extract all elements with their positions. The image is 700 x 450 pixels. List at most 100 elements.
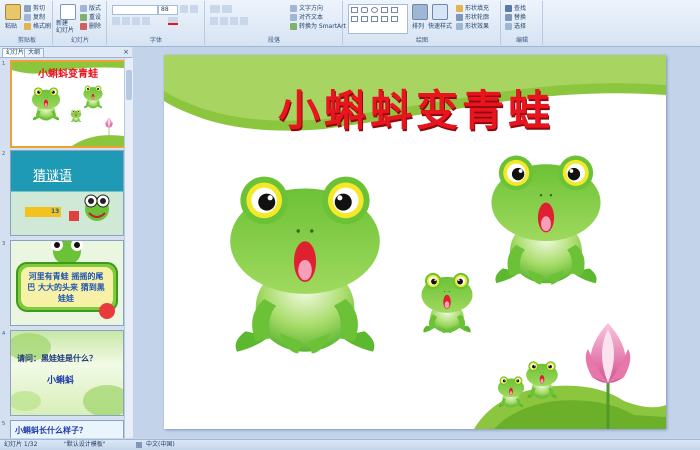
slide-thumbnail-pane: 1 小蝌蚪变青蛙 2 猜谜语 13 3 河里有青蛙 摇摇的尾巴 大大的头来 猜到… (0, 58, 132, 438)
shape-effects-button[interactable]: 形状效果 (456, 21, 489, 30)
delete-button[interactable]: 删除 (80, 21, 101, 30)
paste-button[interactable]: 粘贴 (5, 21, 17, 30)
delete-label: 删除 (89, 23, 102, 30)
align-left-button[interactable] (210, 17, 218, 25)
tab-outline[interactable]: 大纲 (24, 48, 45, 57)
bold-button[interactable] (112, 17, 120, 25)
slide-thumb-slot-4[interactable]: 4 请问：黑娃娃是什么？ 小蝌蚪 (0, 330, 124, 416)
rounded-rect-shape-icon[interactable] (361, 7, 368, 13)
format-painter-button[interactable]: 格式刷 (24, 21, 51, 30)
tiny-frog-right (526, 361, 558, 399)
line-shape-icon[interactable] (391, 7, 398, 13)
shape-fill-label: 形状填充 (465, 5, 490, 12)
select-button[interactable]: 选择 (505, 21, 526, 30)
align-text-button[interactable]: 对齐文本 (290, 12, 323, 21)
pane-close-button[interactable]: × (123, 47, 129, 57)
copy-button[interactable]: 复制 (24, 12, 45, 21)
slide-thumb-slot-5[interactable]: 5 小蝌蚪长什么样子？ (0, 420, 124, 438)
quick-styles-button[interactable]: 快速样式 (428, 21, 452, 30)
font-color-button[interactable] (168, 17, 178, 25)
new-slide-icon[interactable] (60, 4, 76, 20)
scrollbar-thumb[interactable] (126, 70, 132, 100)
slide-title[interactable]: 小蝌蚪变青蛙 (226, 77, 606, 138)
small-frog (421, 272, 473, 334)
grow-font-button[interactable] (180, 5, 188, 13)
brace-shape-icon[interactable] (381, 16, 388, 22)
current-slide[interactable]: 小蝌蚪变青蛙 (164, 55, 666, 429)
cut-label: 剪切 (33, 5, 46, 12)
curve-shape-icon[interactable] (391, 16, 398, 22)
shadow-button[interactable] (142, 17, 150, 25)
thumb-3-riddle: 河里有青蛙 摇摇的尾巴 大大的头来 猜到黑娃娃 (27, 272, 105, 303)
slide-thumb-5[interactable]: 小蝌蚪长什么样子？ (10, 420, 124, 438)
triangle-shape-icon[interactable] (381, 7, 388, 13)
reset-button[interactable]: 重设 (80, 12, 101, 21)
text-direction-icon (290, 5, 297, 12)
slide-thumb-3[interactable]: 河里有青蛙 摇摇的尾巴 大大的头来 猜到黑娃娃 (10, 240, 124, 326)
font-group-label: 字体 (149, 37, 162, 44)
find-label: 查找 (514, 5, 527, 12)
align-center-button[interactable] (220, 17, 228, 25)
numbering-button[interactable] (222, 5, 232, 13)
paste-icon[interactable] (5, 4, 21, 20)
arrow-shape-icon[interactable] (351, 16, 358, 22)
thumbnail-scrollbar[interactable] (124, 58, 133, 438)
scissors-icon (24, 5, 31, 12)
pen-icon (456, 14, 463, 21)
drawing-group: 排列 快速样式 形状填充 形状轮廓 形状效果 绘图 (344, 1, 501, 45)
slide-thumb-4[interactable]: 请问：黑娃娃是什么？ 小蝌蚪 (10, 330, 124, 416)
italic-button[interactable] (122, 17, 130, 25)
arrange-icon[interactable] (412, 4, 428, 20)
font-name-combo[interactable] (112, 5, 158, 15)
shape-fill-button[interactable]: 形状填充 (456, 3, 489, 12)
oval-shape-icon[interactable] (371, 7, 378, 13)
editing-group-label: 编辑 (515, 37, 528, 44)
align-right-button[interactable] (230, 17, 238, 25)
font-size-combo[interactable]: 88 (158, 5, 178, 15)
smartart-label: 转换为 SmartArt (299, 23, 346, 30)
brush-icon (24, 23, 31, 30)
replace-button[interactable]: 替换 (505, 12, 526, 21)
cut-button[interactable]: 剪切 (24, 3, 45, 12)
layout-button[interactable]: 版式 (80, 3, 101, 12)
select-label: 选择 (514, 23, 527, 30)
text-direction-button[interactable]: 文字方向 (290, 3, 323, 12)
replace-icon (505, 14, 512, 21)
spellcheck-icon[interactable] (136, 442, 142, 448)
slide-thumb-1[interactable]: 小蝌蚪变青蛙 (10, 60, 126, 148)
arrange-button[interactable]: 排列 (412, 21, 424, 30)
layout-icon (80, 5, 87, 12)
bullets-button[interactable] (210, 5, 220, 13)
big-frog (230, 176, 380, 354)
slides-group-label: 幻灯片 (70, 37, 89, 44)
slides-group: 新建 幻灯片 版式 重设 删除 幻灯片 (54, 1, 107, 45)
star-shape-icon[interactable] (361, 16, 368, 22)
slide-thumb-slot-3[interactable]: 3 河里有青蛙 摇摇的尾巴 大大的头来 猜到黑娃娃 (0, 240, 124, 326)
rectangle-shape-icon[interactable] (351, 7, 358, 13)
slide-thumb-slot-2[interactable]: 2 猜谜语 13 (0, 150, 124, 236)
underline-button[interactable] (132, 17, 140, 25)
slide-thumb-2[interactable]: 猜谜语 13 (10, 150, 124, 236)
shrink-font-button[interactable] (190, 5, 198, 13)
shape-effects-label: 形状效果 (465, 23, 490, 30)
shapes-gallery[interactable] (348, 4, 408, 34)
slide-thumb-slot-1[interactable]: 1 小蝌蚪变青蛙 (0, 60, 126, 148)
shape-outline-button[interactable]: 形状轮廓 (456, 12, 489, 21)
font-size-value: 88 (161, 6, 169, 13)
slide-number: 3 (2, 241, 6, 247)
reset-label: 重设 (89, 14, 102, 21)
thumb-4-answer: 小蝌蚪 (47, 376, 75, 386)
callout-shape-icon[interactable] (371, 16, 378, 22)
layout-label: 版式 (89, 5, 102, 12)
justify-button[interactable] (240, 17, 248, 25)
smartart-button[interactable]: 转换为 SmartArt (290, 21, 346, 30)
find-button[interactable]: 查找 (505, 3, 526, 12)
align-text-label: 对齐文本 (299, 14, 324, 21)
thumb-1-title: 小蝌蚪变青蛙 (38, 69, 98, 80)
align-text-icon (290, 14, 297, 21)
reset-icon (80, 14, 87, 21)
thumb-2-badge: 13 (51, 208, 60, 215)
thumb-5-title: 小蝌蚪长什么样子？ (15, 426, 87, 435)
new-slide-button[interactable]: 新建 幻灯片 (56, 20, 74, 34)
quick-styles-icon[interactable] (432, 4, 448, 20)
